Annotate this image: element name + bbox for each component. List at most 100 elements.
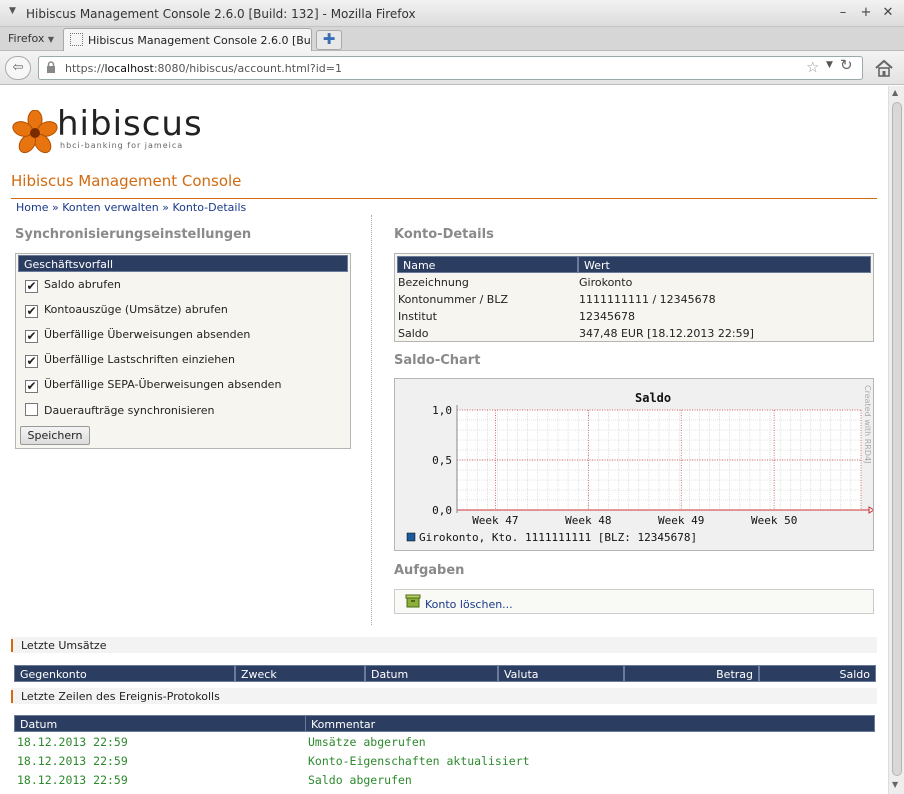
chart-title: Saldo bbox=[635, 391, 671, 405]
log-date: 18.12.2013 22:59 bbox=[17, 754, 128, 768]
delete-account-icon bbox=[405, 594, 421, 608]
column-separator bbox=[371, 215, 372, 625]
transactions-col-header: Zweck bbox=[235, 665, 365, 682]
breadcrumb-home-link[interactable]: Home bbox=[16, 201, 48, 214]
transactions-col-header: Gegenkonto bbox=[14, 665, 235, 682]
detail-name: Bezeichnung bbox=[398, 276, 469, 289]
minimize-icon[interactable]: – bbox=[836, 5, 850, 20]
details-col-name: Name bbox=[397, 256, 578, 273]
detail-value: Girokonto bbox=[579, 276, 633, 289]
sync-checkbox[interactable]: ✔ bbox=[25, 330, 38, 343]
sync-option-label: Daueraufträge synchronisieren bbox=[44, 404, 215, 417]
window-title: Hibiscus Management Console 2.6.0 [Build… bbox=[26, 7, 416, 21]
transactions-bar: Letzte Umsätze bbox=[11, 637, 877, 653]
transactions-col-header: Datum bbox=[365, 665, 498, 682]
details-col-value: Wert bbox=[578, 256, 871, 273]
url-bar[interactable]: https://localhost:8080/hibiscus/account.… bbox=[38, 56, 863, 80]
sync-checkbox[interactable]: ✔ bbox=[25, 280, 38, 293]
transactions-col-header: Saldo bbox=[759, 665, 876, 682]
detail-name: Kontonummer / BLZ bbox=[398, 293, 508, 306]
delete-account-link[interactable]: Konto löschen... bbox=[425, 598, 513, 611]
transactions-heading: Letzte Umsätze bbox=[11, 639, 106, 652]
log-comment: Saldo abgerufen bbox=[308, 773, 412, 787]
detail-value: 1111111111 / 12345678 bbox=[579, 293, 716, 306]
scroll-down-icon[interactable]: ▼ bbox=[892, 780, 898, 789]
log-date: 18.12.2013 22:59 bbox=[17, 773, 128, 787]
sync-option-label: Saldo abrufen bbox=[44, 278, 121, 291]
saldo-chart: Saldo 1,0 0,5 0,0 Week 47 Week 48 Week 49 Week … bbox=[394, 378, 874, 551]
navigation-toolbar: ⇦ https://localhost:8080/hibiscus/accoun… bbox=[0, 51, 904, 85]
close-icon[interactable]: ✕ bbox=[881, 5, 895, 20]
detail-value: 12345678 bbox=[579, 310, 635, 323]
sync-checkbox[interactable]: ✔ bbox=[25, 355, 38, 368]
sync-option-row[interactable]: ✔ Überfällige SEPA-Überweisungen absenden bbox=[25, 378, 281, 393]
log-col-comment: Kommentar bbox=[305, 715, 875, 732]
sync-heading: Synchronisierungseinstellungen bbox=[15, 227, 252, 242]
x-axis-arrow bbox=[868, 506, 873, 514]
breadcrumb-details-link[interactable]: Konto-Details bbox=[173, 201, 247, 214]
transactions-table-header: Gegenkonto Zweck Datum Valuta Betrag Saldo bbox=[14, 665, 876, 683]
x-tick-label: Week 47 bbox=[472, 514, 518, 527]
back-arrow-icon: ⇦ bbox=[12, 60, 24, 75]
chart-heading: Saldo-Chart bbox=[394, 353, 481, 368]
y-tick-label: 0,5 bbox=[432, 454, 452, 467]
log-date: 18.12.2013 22:59 bbox=[17, 735, 128, 749]
sync-option-label: Kontoauszüge (Umsätze) abrufen bbox=[44, 303, 228, 316]
tab-active[interactable]: Hibiscus Management Console 2.6.0 [Build… bbox=[63, 28, 312, 52]
home-icon[interactable] bbox=[874, 58, 894, 78]
sync-checkbox[interactable]: ✔ bbox=[25, 380, 38, 393]
sync-option-row[interactable]: ✔ Saldo abrufen bbox=[25, 278, 121, 293]
lock-icon bbox=[47, 61, 55, 73]
sync-option-label: Überfällige SEPA-Überweisungen absenden bbox=[44, 378, 282, 391]
window-menu-icon[interactable]: ▼ bbox=[9, 6, 16, 16]
sync-option-label: Überfällige Lastschriften einziehen bbox=[44, 353, 235, 366]
sync-checkbox[interactable] bbox=[25, 403, 38, 416]
bookmark-star-icon[interactable]: ☆ bbox=[806, 58, 819, 76]
sync-option-label: Überfällige Überweisungen absenden bbox=[44, 328, 251, 341]
breadcrumb-accounts-link[interactable]: Konten verwalten bbox=[62, 201, 159, 214]
x-tick-label: Week 50 bbox=[751, 514, 797, 527]
transactions-col-header: Valuta bbox=[498, 665, 624, 682]
sync-checkbox[interactable]: ✔ bbox=[25, 305, 38, 318]
sync-option-row[interactable]: ✔ Überfällige Überweisungen absenden bbox=[25, 328, 250, 343]
page-favicon-icon bbox=[70, 33, 83, 46]
log-col-date: Datum bbox=[14, 715, 306, 732]
chart-canvas: Saldo 1,0 0,5 0,0 Week 47 Week 48 Week 49 Week … bbox=[406, 385, 873, 544]
y-tick-label: 1,0 bbox=[432, 404, 452, 417]
page-title: Hibiscus Management Console bbox=[11, 172, 242, 190]
save-button[interactable]: Speichern bbox=[20, 426, 90, 445]
plus-icon: ✚ bbox=[322, 30, 336, 48]
firefox-menu-button[interactable]: Firefox ▼ bbox=[4, 29, 58, 49]
window-titlebar: ▼ Hibiscus Management Console 2.6.0 [Bui… bbox=[0, 0, 904, 27]
sync-settings-table: Geschäftsvorfall ✔ Saldo abrufen ✔ Kontoaus… bbox=[15, 253, 351, 449]
sync-option-row[interactable]: Daueraufträge synchronisieren bbox=[25, 403, 215, 417]
legend-label: Girokonto, Kto. 1111111111 [BLZ: 1234567… bbox=[419, 531, 697, 544]
account-details-table: Name Wert Bezeichnung Girokonto Kontonumme… bbox=[394, 253, 874, 342]
log-bar: Letzte Zeilen des Ereignis-Protokolls bbox=[11, 688, 877, 704]
url-dropdown-icon[interactable]: ▼ bbox=[826, 60, 833, 70]
scrollbar-thumb[interactable] bbox=[892, 102, 902, 776]
reload-icon[interactable]: ↻ bbox=[840, 56, 853, 74]
new-tab-button[interactable]: ✚ bbox=[316, 30, 342, 50]
x-tick-label: Week 48 bbox=[565, 514, 611, 527]
tasks-heading: Aufgaben bbox=[394, 563, 465, 578]
back-button[interactable]: ⇦ bbox=[5, 56, 31, 80]
log-comment: Konto-Eigenschaften aktualisiert bbox=[308, 754, 530, 768]
page-scrollbar[interactable]: ▲ ▼ bbox=[888, 86, 904, 794]
breadcrumb: Home » Konten verwalten » Konto-Details bbox=[16, 201, 247, 214]
hibiscus-logo: hibiscus hbci-banking for jameica bbox=[12, 104, 217, 154]
maximize-icon[interactable]: + bbox=[859, 5, 873, 20]
transactions-col-header: Betrag bbox=[624, 665, 759, 682]
detail-name: Institut bbox=[398, 310, 437, 323]
y-tick-label: 0,0 bbox=[432, 504, 452, 517]
sync-option-row[interactable]: ✔ Überfällige Lastschriften einziehen bbox=[25, 353, 235, 368]
sync-option-row[interactable]: ✔ Kontoauszüge (Umsätze) abrufen bbox=[25, 303, 228, 318]
scroll-up-icon[interactable]: ▲ bbox=[892, 88, 898, 97]
x-tick-label: Week 49 bbox=[658, 514, 704, 527]
detail-name: Saldo bbox=[398, 327, 429, 340]
chart-watermark: Created with RRD4J bbox=[863, 385, 872, 463]
logo-wordmark: hibiscus bbox=[57, 104, 203, 144]
title-divider bbox=[11, 198, 877, 199]
details-heading: Konto-Details bbox=[394, 227, 494, 242]
log-comment: Umsätze abgerufen bbox=[308, 735, 426, 749]
